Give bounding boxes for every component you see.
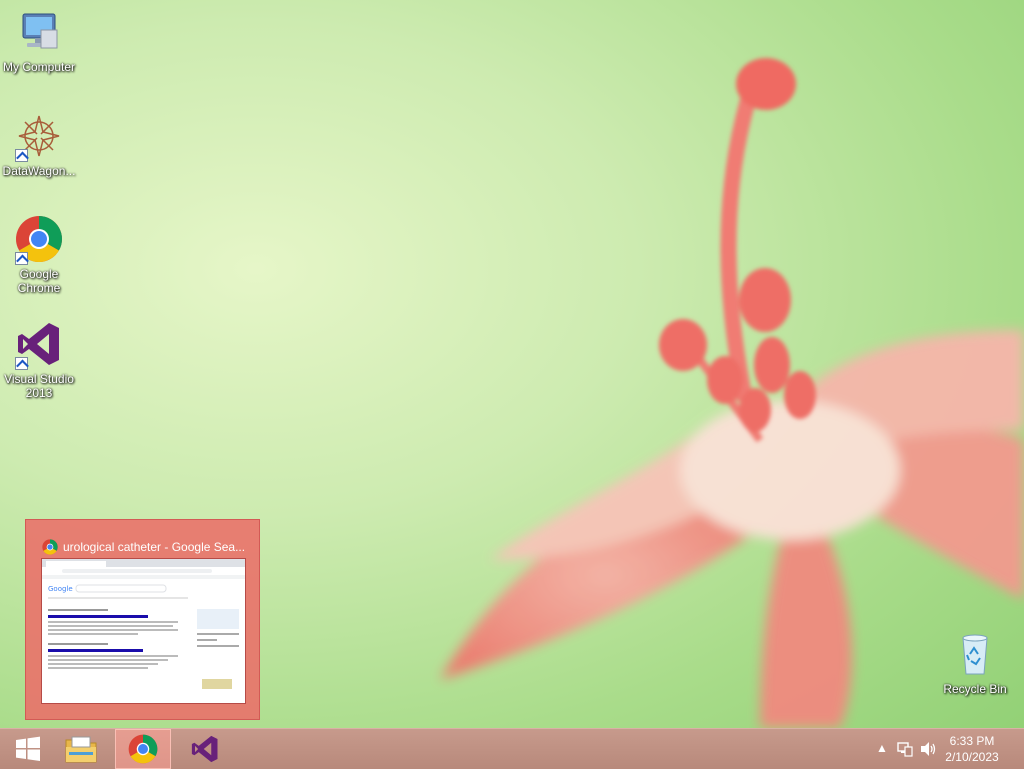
show-hidden-icons-icon[interactable]: ▲ — [876, 741, 888, 755]
clock-date: 2/10/2023 — [945, 750, 999, 764]
taskbar-clock[interactable]: 6:33 PM 2/10/2023 — [940, 733, 1004, 765]
svg-text:Google: Google — [48, 585, 73, 593]
shortcut-arrow-icon — [15, 252, 28, 265]
desktop-icon-recycle-bin[interactable]: Recycle Bin — [936, 630, 1014, 696]
preview-window-title: urological catheter - Google Sea... — [63, 540, 246, 554]
computer-icon — [15, 8, 63, 56]
datawagon-icon — [15, 112, 63, 162]
recycle-bin-icon — [951, 630, 999, 678]
start-button[interactable] — [0, 729, 56, 769]
shortcut-arrow-icon — [15, 149, 28, 162]
folder-icon — [65, 736, 97, 763]
desktop-icon-label: Google Chrome — [17, 267, 61, 295]
shortcut-arrow-icon — [15, 357, 28, 370]
visual-studio-icon — [15, 320, 63, 370]
desktop-icon-label: DataWagon... — [2, 164, 76, 178]
taskbar-file-explorer[interactable] — [53, 729, 109, 769]
thumbnail-content: Google — [42, 559, 245, 689]
volume-icon[interactable] — [920, 741, 938, 757]
windows-logo-icon — [16, 736, 40, 761]
desktop-icon-label: Recycle Bin — [943, 682, 1007, 696]
taskbar-thumbnail-preview[interactable]: urological catheter - Google Sea... Goog… — [25, 519, 260, 720]
desktop-icon-datawagon[interactable]: DataWagon... — [0, 112, 78, 178]
window-thumbnail-image[interactable]: Google — [41, 558, 246, 704]
preview-title-bar: urological catheter - Google Sea... — [42, 538, 253, 556]
desktop-icon-google-chrome[interactable]: Google Chrome — [0, 215, 78, 295]
desktop-icon-label: Visual Studio 2013 — [4, 372, 74, 400]
taskbar: ▲ 6:33 PM 2/10/2023 — [0, 728, 1024, 769]
desktop-icon-my-computer[interactable]: My Computer — [0, 8, 78, 74]
visual-studio-icon — [191, 735, 218, 763]
chrome-icon — [15, 215, 63, 265]
desktop-icon-label: My Computer — [2, 60, 76, 74]
chrome-icon — [128, 734, 158, 764]
chrome-icon — [42, 539, 58, 555]
network-icon[interactable] — [897, 741, 913, 757]
clock-time: 6:33 PM — [949, 734, 995, 748]
desktop-icon-visual-studio[interactable]: Visual Studio 2013 — [0, 320, 78, 400]
taskbar-chrome[interactable] — [115, 729, 171, 769]
taskbar-visual-studio[interactable] — [177, 729, 233, 769]
